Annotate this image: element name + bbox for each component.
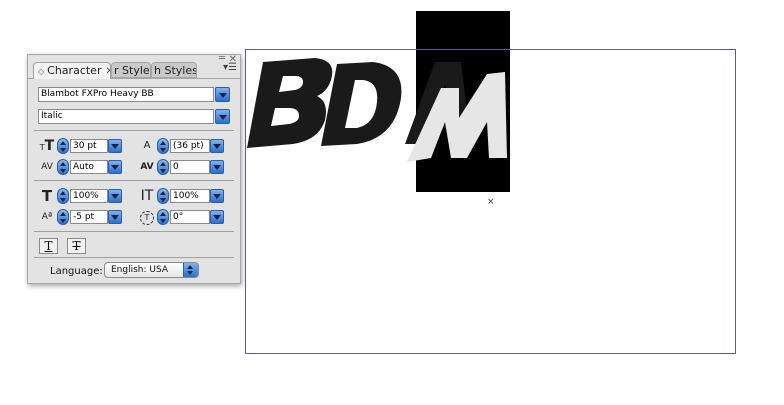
horizontal-scale-icon: T [41,187,53,205]
character-rotation-input[interactable]: 0° [170,210,210,224]
leading-dropdown-button[interactable] [210,139,224,153]
tab-label: h Styles [154,64,197,77]
baseline-shift-control: Aª -5 pt [38,209,128,225]
language-label: Language: [50,266,103,277]
font-size-icon: TT [39,138,55,154]
font-size-input[interactable]: 30 pt [70,139,108,153]
horizontal-scale-stepper[interactable] [57,188,69,204]
vertical-scale-icon: IT [140,188,154,204]
character-rotation-dropdown-button[interactable] [210,210,224,224]
font-size-dropdown-button[interactable] [108,139,122,153]
baseline-shift-stepper[interactable] [57,209,69,225]
tab-paragraph-styles[interactable]: h Styles [151,62,197,78]
leading-input[interactable]: (36 pt) [170,139,210,153]
character-rotation-control: T 0° [138,209,230,225]
baseline-shift-input[interactable]: -5 pt [70,210,108,224]
horizontal-scale-dropdown-button[interactable] [108,189,122,203]
font-style-dropdown-button[interactable] [215,109,230,124]
rotation-icon: T [138,209,156,225]
language-select[interactable]: English: USA [104,262,199,278]
font-family-dropdown-button[interactable] [215,87,230,102]
kerning-control: AV Auto [38,159,128,175]
language-select-arrows-icon [183,263,198,277]
font-family-row: Blambot FXPro Heavy BB [38,87,230,102]
font-family-field[interactable]: Blambot FXPro Heavy BB [38,87,214,102]
kerning-icon: AV [41,162,53,172]
divider [34,231,234,232]
character-rotation-stepper[interactable] [157,209,169,225]
bdam-artwork [247,58,507,162]
font-style-field[interactable]: Italic [38,109,214,124]
underline-button[interactable]: T [39,238,58,254]
tab-character-styles[interactable]: r Styles [111,62,151,78]
tracking-dropdown-button[interactable] [210,160,224,174]
divider [34,130,234,131]
vertical-scale-control: IT 100% [138,188,230,204]
horizontal-scale-control: T 100% [38,188,128,204]
kerning-stepper[interactable] [57,159,69,175]
panel-tabbar: ◇Character✕ r Styles h Styles [28,61,240,79]
language-value: English: USA [111,265,169,275]
divider [34,257,234,258]
baseline-shift-icon: Aª [41,212,53,222]
center-marker-icon: × [487,197,495,207]
font-size-stepper[interactable] [57,138,69,154]
strikethrough-button[interactable]: T [67,238,86,254]
tab-label: Character [47,64,102,77]
tracking-control: AV 0 [138,159,230,175]
tab-character[interactable]: ◇Character✕ [33,62,111,79]
vertical-scale-dropdown-button[interactable] [210,189,224,203]
font-size-control: TT 30 pt [38,138,128,154]
font-style-row: Italic [38,109,230,124]
kerning-input[interactable]: Auto [70,160,108,174]
tracking-icon: AV [140,162,154,172]
tab-diamond-icon: ◇ [38,67,45,76]
leading-stepper[interactable] [157,138,169,154]
leading-icon: A [143,140,151,151]
character-panel[interactable]: ═ ✕ ◇Character✕ r Styles h Styles ▾☰ Bla… [27,54,241,284]
tab-label: r Styles [114,64,150,77]
tracking-input[interactable]: 0 [170,160,210,174]
vertical-scale-stepper[interactable] [157,188,169,204]
tracking-stepper[interactable] [157,159,169,175]
divider [34,180,234,181]
panel-menu-icon[interactable]: ▾☰ [223,63,237,73]
baseline-shift-dropdown-button[interactable] [108,210,122,224]
leading-control: A (36 pt) [138,138,230,154]
kerning-dropdown-button[interactable] [108,160,122,174]
vertical-scale-input[interactable]: 100% [170,189,210,203]
horizontal-scale-input[interactable]: 100% [70,189,108,203]
